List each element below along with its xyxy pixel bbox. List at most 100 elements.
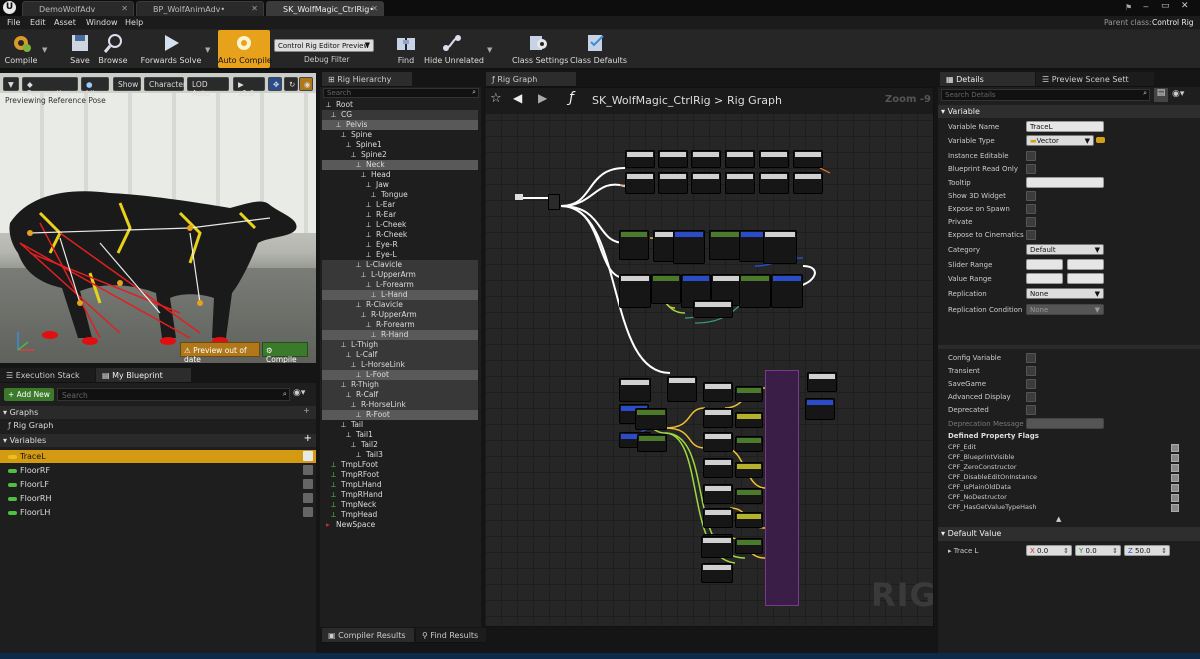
perspective-button[interactable]: ◆ Perspective bbox=[22, 77, 78, 98]
variable-item[interactable]: FloorLF bbox=[0, 478, 316, 491]
graph-node[interactable] bbox=[619, 274, 651, 308]
variable-section-header[interactable]: ▾ Variable bbox=[938, 105, 1200, 118]
auto-compile-button[interactable]: Auto Compile bbox=[218, 30, 272, 68]
tab-rig-graph[interactable]: ƒ Rig Graph bbox=[486, 72, 576, 87]
unreal-logo-icon[interactable]: U bbox=[3, 1, 16, 14]
graph-node[interactable] bbox=[739, 274, 771, 308]
hierarchy-item[interactable]: ⟂ TmpHead bbox=[322, 510, 478, 520]
hierarchy-search-input[interactable]: Search ⌕ bbox=[323, 88, 479, 98]
hierarchy-item[interactable]: ⟂ Spine1 bbox=[322, 140, 478, 150]
container-type-icon[interactable] bbox=[1096, 137, 1105, 143]
menu-asset[interactable]: Asset bbox=[54, 18, 76, 27]
graph-node[interactable] bbox=[735, 462, 763, 478]
graph-canvas[interactable]: ☆ ◀ ▶ ƒ SK_WolfMagic_CtrlRig > Rig Graph… bbox=[484, 87, 934, 627]
comment-node-purple[interactable] bbox=[765, 370, 799, 606]
advanced-expand-icon[interactable]: ▲ bbox=[1056, 515, 1061, 523]
hide-unrelated-button[interactable]: Hide Unrelated bbox=[424, 32, 484, 68]
tooltip-input[interactable] bbox=[1026, 177, 1104, 188]
close-icon[interactable]: ✕ bbox=[121, 4, 128, 13]
lit-button[interactable]: ● Lit bbox=[81, 77, 109, 98]
graph-node[interactable] bbox=[771, 274, 803, 308]
compile-dropdown-arrow[interactable]: ▼ bbox=[42, 46, 47, 54]
hierarchy-item[interactable]: ⟂ L-UpperArm bbox=[322, 270, 478, 280]
graph-node[interactable] bbox=[693, 300, 733, 318]
hierarchy-item[interactable]: ⟂ R-Hand bbox=[322, 330, 478, 340]
expose-on-spawn-checkbox[interactable] bbox=[1026, 204, 1036, 214]
tab-execution-stack[interactable]: ☰ Execution Stack bbox=[0, 368, 95, 383]
graph-node[interactable] bbox=[658, 150, 688, 168]
visibility-icon[interactable]: ◉▾ bbox=[1172, 89, 1184, 99]
hierarchy-item[interactable]: ⟂ TmpRHand bbox=[322, 490, 478, 500]
hierarchy-item[interactable]: ⟂ R-Calf bbox=[322, 390, 478, 400]
hierarchy-item[interactable]: ⟂ L-Ear bbox=[322, 200, 478, 210]
graph-node[interactable] bbox=[625, 172, 655, 194]
graph-node[interactable] bbox=[701, 536, 733, 558]
graph-node[interactable] bbox=[735, 386, 763, 402]
hierarchy-item[interactable]: ⟂ Pelvis bbox=[322, 120, 478, 130]
z-value-input[interactable]: Z 50.0 ⇕ bbox=[1124, 545, 1170, 556]
value-range-min-input[interactable] bbox=[1026, 273, 1063, 284]
save-button[interactable]: Save bbox=[64, 32, 96, 68]
visibility-icon[interactable]: ◉▾ bbox=[293, 388, 305, 398]
graph-node[interactable] bbox=[805, 398, 835, 420]
graph-node[interactable] bbox=[703, 484, 733, 504]
graph-node[interactable] bbox=[703, 408, 733, 428]
compile-button[interactable]: Compile bbox=[2, 32, 40, 68]
variable-visibility-icon[interactable] bbox=[303, 451, 313, 461]
hierarchy-item[interactable]: ⟂ L-Cheek bbox=[322, 220, 478, 230]
add-graph-icon[interactable]: + bbox=[303, 406, 310, 415]
show-3d-widget-checkbox[interactable] bbox=[1026, 191, 1036, 201]
lod-button[interactable]: LOD Auto bbox=[187, 77, 229, 98]
graph-node[interactable] bbox=[703, 432, 733, 452]
variable-item[interactable]: TraceL bbox=[0, 450, 316, 463]
hierarchy-item[interactable]: ⟂ Eye-L bbox=[322, 250, 478, 260]
graph-node[interactable] bbox=[703, 508, 733, 528]
hierarchy-item[interactable]: ⟂ R-Thigh bbox=[322, 380, 478, 390]
graph-node[interactable] bbox=[635, 408, 667, 430]
graph-node[interactable] bbox=[793, 150, 823, 168]
details-search-input[interactable]: Search Details ⌕ bbox=[941, 89, 1150, 101]
variable-visibility-icon[interactable] bbox=[303, 465, 313, 475]
forwards-solve-dropdown-arrow[interactable]: ▼ bbox=[205, 46, 210, 54]
blueprint-search-input[interactable]: Search ⌕ bbox=[57, 388, 290, 401]
hierarchy-item[interactable]: ⟂ L-Clavicle bbox=[322, 260, 478, 270]
hierarchy-item[interactable]: ⟂ Tail1 bbox=[322, 430, 478, 440]
hierarchy-item[interactable]: ⟂ Neck bbox=[322, 160, 478, 170]
graph-node[interactable] bbox=[735, 436, 763, 452]
tab-find-results[interactable]: ⚲ Find Results bbox=[416, 628, 486, 643]
y-value-input[interactable]: Y 0.0 ⇕ bbox=[1075, 545, 1121, 556]
hierarchy-item[interactable]: ⟂ L-Forearm bbox=[322, 280, 478, 290]
hierarchy-item[interactable]: ⟂ L-Hand bbox=[322, 290, 478, 300]
variable-item[interactable]: FloorRF bbox=[0, 464, 316, 477]
graph-node[interactable] bbox=[703, 382, 733, 402]
hierarchy-item[interactable]: ⟂ Tail2 bbox=[322, 440, 478, 450]
savegame-checkbox[interactable] bbox=[1026, 379, 1036, 389]
hierarchy-item[interactable]: ⟂ TmpLFoot bbox=[322, 460, 478, 470]
slider-range-max-input[interactable] bbox=[1067, 259, 1104, 270]
slider-range-min-input[interactable] bbox=[1026, 259, 1063, 270]
variable-item[interactable]: FloorRH bbox=[0, 492, 316, 505]
hierarchy-item[interactable]: ⟂ TmpNeck bbox=[322, 500, 478, 510]
graph-node[interactable] bbox=[759, 172, 789, 194]
close-window-button[interactable]: ✕ bbox=[1181, 1, 1189, 11]
hierarchy-item[interactable]: ⟂ L-Foot bbox=[322, 370, 478, 380]
graph-node[interactable] bbox=[725, 150, 755, 168]
preview-viewport[interactable]: ▼ ◆ Perspective ● Lit Show Character LOD… bbox=[0, 73, 316, 363]
transform-mode-button[interactable]: ✥ bbox=[268, 77, 282, 91]
tab-demo-wolf-adv[interactable]: DemoWolfAdv ✕ bbox=[22, 1, 134, 16]
hierarchy-item[interactable]: ⟂ L-Calf bbox=[322, 350, 478, 360]
close-icon[interactable]: ✕ bbox=[371, 4, 378, 13]
notification-icon[interactable]: ⚑ bbox=[1125, 3, 1135, 13]
graph-node[interactable] bbox=[667, 376, 697, 402]
hierarchy-item[interactable]: ⟂ Spine2 bbox=[322, 150, 478, 160]
rotate-mode-button[interactable]: ↻ bbox=[284, 77, 298, 91]
tab-bp-wolf-anim-adv[interactable]: BP_WolfAnimAdv• ✕ bbox=[136, 1, 264, 16]
hierarchy-item[interactable]: ⟂ CG bbox=[322, 110, 478, 120]
hierarchy-item[interactable]: ⟂ Tail bbox=[322, 420, 478, 430]
graphs-section-header[interactable]: ▾ Graphs + bbox=[0, 406, 316, 419]
hierarchy-item[interactable]: ⟂ Root bbox=[322, 100, 478, 110]
graph-node[interactable] bbox=[735, 488, 763, 504]
add-new-button[interactable]: + Add New bbox=[4, 388, 54, 401]
hierarchy-item[interactable]: ⟂ Tongue bbox=[322, 190, 478, 200]
graph-node[interactable] bbox=[735, 512, 763, 528]
